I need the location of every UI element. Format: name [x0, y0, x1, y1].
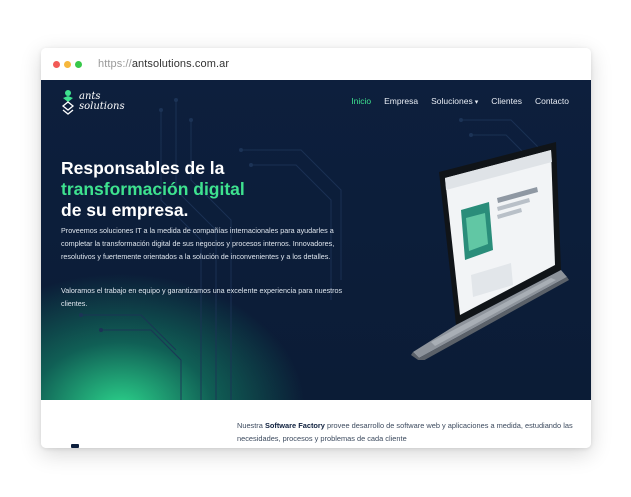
- hero-paragraph-2: Valoramos el trabajo en equipo y garanti…: [61, 286, 343, 308]
- minimize-window-dot[interactable]: [64, 60, 71, 68]
- headline-line-1: Responsables de la: [61, 158, 225, 178]
- maximize-window-dot[interactable]: [75, 60, 82, 68]
- nav-item-contacto[interactable]: Contacto: [535, 96, 569, 106]
- software-factory-section: Nuestra Software Factory provee desarrol…: [41, 400, 591, 448]
- url-domain: antsolutions.com.ar: [131, 58, 230, 70]
- browser-window: https://antsolutions.com.ar ants solutio…: [41, 48, 591, 448]
- brand-wordmark: ants solutions: [79, 92, 125, 112]
- site-logo[interactable]: ants solutions: [61, 89, 125, 115]
- hero-paragraph-1: Proveemos soluciones IT a la medida de c…: [61, 226, 335, 261]
- nav-item-inicio[interactable]: Inicio: [351, 96, 371, 106]
- headline-line-2: transformación digital: [61, 179, 245, 199]
- close-window-dot[interactable]: [53, 60, 60, 68]
- ant-logo-icon: [61, 90, 75, 115]
- brand-line-2: solutions: [79, 101, 125, 112]
- chevron-down-icon: ▾: [474, 99, 479, 106]
- url-protocol: https://: [98, 58, 132, 70]
- nav-item-soluciones[interactable]: Soluciones ▾: [431, 96, 478, 106]
- nav-item-empresa[interactable]: Empresa: [384, 96, 418, 106]
- browser-bar: https://antsolutions.com.ar: [41, 48, 591, 81]
- hero-section: ants solutions Inicio Empresa Soluciones…: [41, 80, 591, 400]
- hero-headline: Responsables de la transformación digita…: [61, 158, 245, 221]
- laptop-illustration: [411, 142, 569, 360]
- software-factory-text: Nuestra Software Factory provee desarrol…: [237, 420, 577, 445]
- sf-bold: Software Factory: [264, 421, 325, 430]
- section-icon-teaser: [71, 444, 79, 448]
- headline-line-3: de su empresa.: [61, 200, 189, 220]
- main-nav: Inicio Empresa Soluciones ▾ Clientes Cont…: [351, 96, 569, 106]
- nav-item-soluciones-label: Soluciones: [431, 96, 473, 106]
- address-bar[interactable]: https://antsolutions.com.ar: [98, 58, 229, 70]
- nav-item-clientes[interactable]: Clientes: [491, 96, 522, 106]
- sf-prefix: Nuestra: [237, 421, 265, 430]
